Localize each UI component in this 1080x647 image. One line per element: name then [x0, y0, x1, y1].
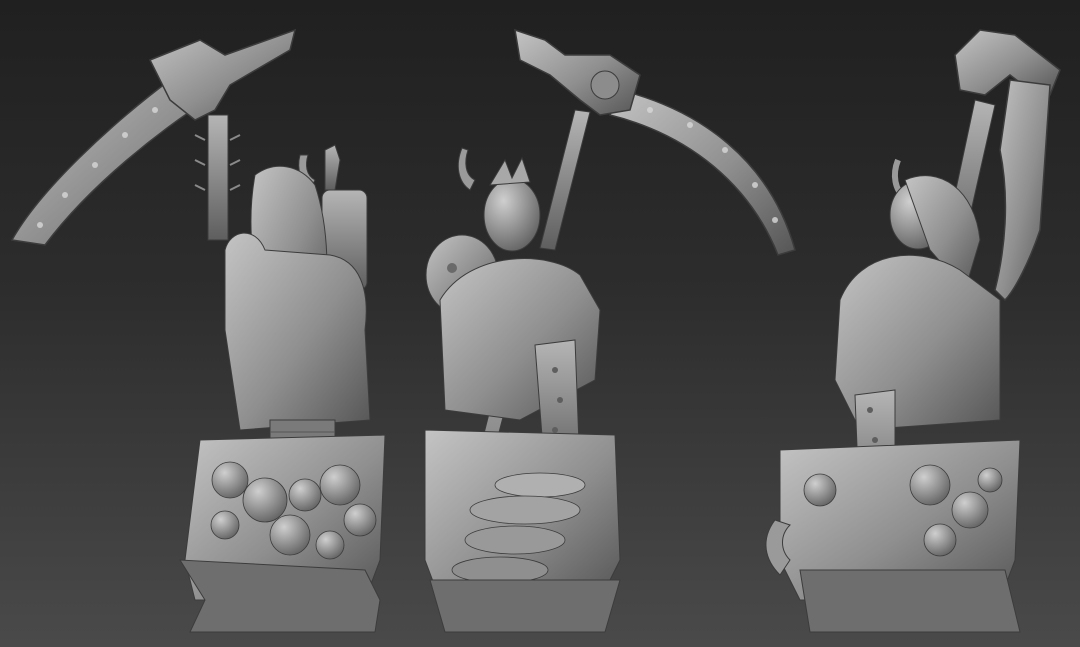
sculpt-render [10, 28, 1061, 633]
front-view-figure [424, 28, 796, 633]
back-view-figure [10, 28, 386, 633]
scythe-haft [207, 114, 229, 241]
head [483, 178, 541, 252]
torso [224, 232, 371, 431]
scythe-haft [539, 109, 591, 251]
scythe-head [514, 28, 641, 116]
scythe-blade [608, 89, 796, 256]
side-view-figure [765, 29, 1061, 633]
scythe-blade [994, 79, 1051, 302]
viewport [0, 0, 1080, 647]
